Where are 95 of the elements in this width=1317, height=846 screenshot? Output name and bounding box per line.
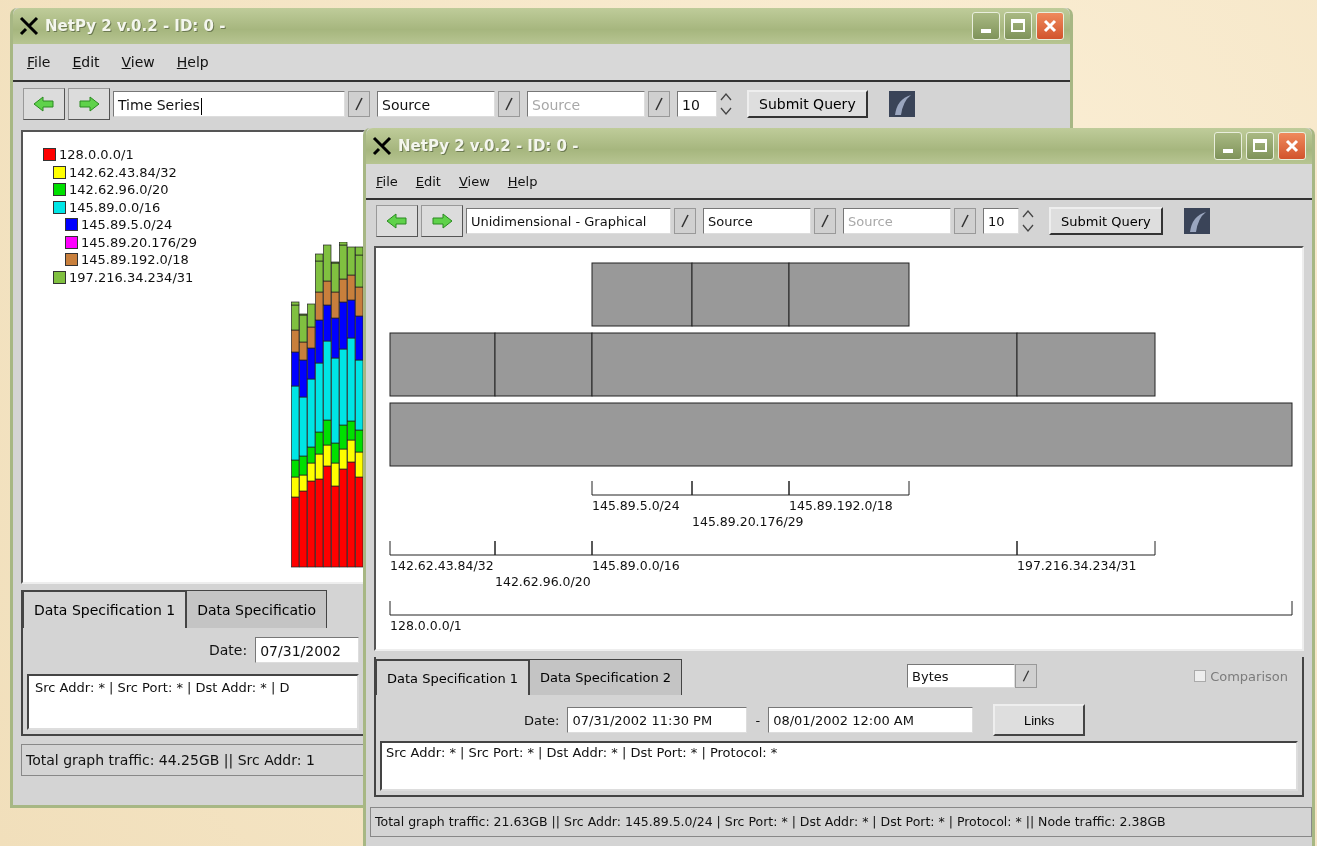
submit-query-button[interactable]: Submit Query <box>1049 207 1163 235</box>
menu-item[interactable]: Help <box>176 54 209 70</box>
address-block[interactable] <box>591 262 693 327</box>
slash-icon <box>820 213 830 229</box>
arrow-left-icon <box>32 95 56 113</box>
dropdown-button[interactable] <box>348 91 370 117</box>
maximize-button[interactable] <box>1246 132 1274 160</box>
date-label: Date: <box>524 712 560 728</box>
dropdown-button[interactable] <box>498 91 520 117</box>
spin-arrows-icon[interactable] <box>1022 208 1034 234</box>
arrow-right-icon <box>430 212 454 230</box>
links-button[interactable]: Links <box>993 704 1086 736</box>
close-button[interactable] <box>1278 132 1306 160</box>
minimize-button[interactable] <box>972 12 1000 40</box>
forward-button[interactable] <box>421 205 463 237</box>
address-block[interactable] <box>389 402 1293 467</box>
source-combo-field[interactable]: Source <box>377 91 495 117</box>
slash-icon <box>504 96 514 112</box>
dropdown-button[interactable] <box>814 208 836 234</box>
address-label: 197.216.34.234/31 <box>1017 558 1137 573</box>
slash-icon <box>680 213 690 229</box>
legend-label: 145.89.192.0/18 <box>81 252 189 268</box>
dropdown-button[interactable] <box>648 91 670 117</box>
date-field[interactable]: 07/31/2002 <box>255 637 359 663</box>
address-block[interactable] <box>1016 332 1156 397</box>
address-block[interactable] <box>591 332 1018 397</box>
maximize-button[interactable] <box>1004 12 1032 40</box>
x-logo-icon <box>19 16 39 36</box>
address-block[interactable] <box>691 262 790 327</box>
forward-button[interactable] <box>68 88 110 120</box>
count-spin-field[interactable]: 10 <box>677 91 717 117</box>
tab[interactable]: Data Specification 1 <box>376 659 530 695</box>
date-separator: - <box>755 712 761 728</box>
back-button[interactable] <box>23 88 65 120</box>
legend-label: 145.89.20.176/29 <box>81 234 198 250</box>
window-title: NetPy 2 v.0.2 - ID: 0 - <box>45 17 226 35</box>
source-combo-field: Source <box>527 91 645 117</box>
x-logo-icon <box>372 136 392 156</box>
legend-label: 142.62.96.0/20 <box>69 182 169 198</box>
address-label: 145.89.0.0/16 <box>592 558 680 573</box>
menu-item[interactable]: File <box>27 54 51 70</box>
menu-item[interactable]: View <box>121 54 155 70</box>
date-field[interactable]: 07/31/2002 11:30 PM <box>567 707 748 733</box>
slash-icon <box>654 96 664 112</box>
minimize-icon <box>981 29 991 33</box>
menu-item[interactable]: View <box>458 173 490 189</box>
slash-icon <box>1021 669 1032 683</box>
dropdown-button[interactable] <box>1015 664 1038 688</box>
tab[interactable]: Data Specification 2 <box>529 659 683 695</box>
slash-icon <box>960 213 970 229</box>
address-label: 128.0.0.0/1 <box>390 618 462 633</box>
legend-label: 145.89.5.0/24 <box>81 217 173 233</box>
submit-query-button[interactable]: Submit Query <box>747 90 868 118</box>
legend-label: 145.89.0.0/16 <box>69 199 161 215</box>
minimize-icon <box>1223 149 1233 153</box>
dropdown-button[interactable] <box>954 208 976 234</box>
address-label: 145.89.192.0/18 <box>789 498 893 513</box>
address-block[interactable] <box>494 332 593 397</box>
window-title: NetPy 2 v.0.2 - ID: 0 - <box>398 137 579 155</box>
unit-combo-field[interactable]: Bytes <box>907 664 1016 688</box>
slash-icon <box>354 96 364 112</box>
close-button[interactable] <box>1036 12 1064 40</box>
legend-label: 197.216.34.234/31 <box>69 269 194 285</box>
view-combo-field[interactable]: Time Series <box>113 91 345 117</box>
source-combo-field[interactable]: Source <box>703 208 811 234</box>
arrow-left-icon <box>385 212 409 230</box>
tab[interactable]: Data Specificatio <box>186 590 327 628</box>
tab[interactable]: Data Specification 1 <box>23 590 187 628</box>
arrow-right-icon <box>77 95 101 113</box>
minimize-button[interactable] <box>1214 132 1242 160</box>
source-combo-field: Source <box>843 208 951 234</box>
address-label: 142.62.96.0/20 <box>495 574 591 589</box>
menu-item[interactable]: Edit <box>72 54 100 70</box>
status-bar: Total graph traffic: 21.63GB || Src Addr: 145.89.5.0/24 | Src Port: * | Dst Addr: * | Dst Port: * | Protocol: * || Node traffic: 2.38GB <box>370 807 1312 837</box>
address-block[interactable] <box>788 262 910 327</box>
legend-label: 128.0.0.0/1 <box>59 147 134 163</box>
query-text-area[interactable]: Src Addr: * | Src Port: * | Dst Addr: * | D <box>27 674 359 730</box>
date-label: Date: <box>209 642 248 658</box>
status-bar: Total graph traffic: 44.25GB || Src Addr: 1 <box>21 744 365 776</box>
menu-item[interactable]: Edit <box>415 173 441 189</box>
view-combo-field[interactable]: Unidimensional - Graphical <box>466 208 671 234</box>
date-field[interactable]: 08/01/2002 12:00 AM <box>768 707 974 733</box>
address-block[interactable] <box>389 332 496 397</box>
address-label: 145.89.5.0/24 <box>592 498 680 513</box>
menu-item[interactable]: Help <box>507 173 538 189</box>
spin-arrows-icon[interactable] <box>720 91 732 117</box>
address-label: 145.89.20.176/29 <box>692 514 804 529</box>
count-spin-field[interactable]: 10 <box>983 208 1019 234</box>
checkbox-label: Comparison <box>1210 668 1288 684</box>
address-label: 142.62.43.84/32 <box>390 558 494 573</box>
dropdown-button[interactable] <box>674 208 696 234</box>
menu-item[interactable]: File <box>376 173 398 189</box>
query-text-area[interactable]: Src Addr: * | Src Port: * | Dst Addr: * | Dst Port: * | Protocol: * <box>380 741 1298 791</box>
back-button[interactable] <box>376 205 418 237</box>
legend-label: 142.62.43.84/32 <box>69 164 177 180</box>
